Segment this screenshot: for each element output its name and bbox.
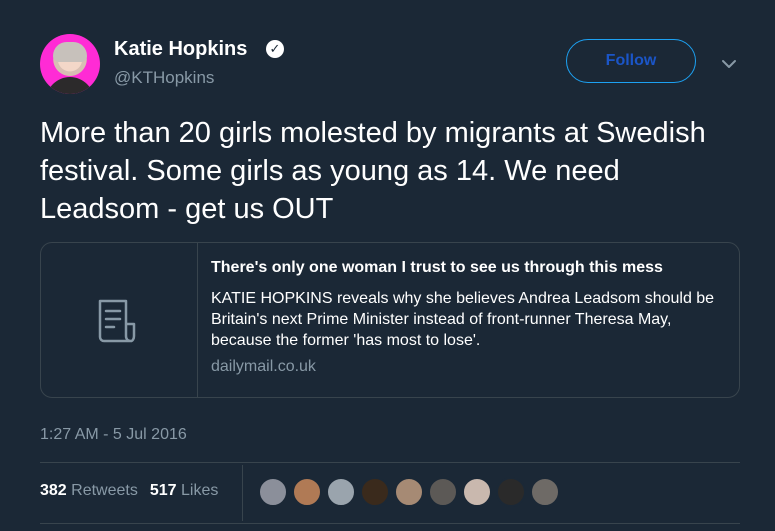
author-handle[interactable]: @KTHopkins: [114, 68, 214, 88]
card-domain: dailymail.co.uk: [211, 358, 316, 375]
liker-avatar[interactable]: [292, 477, 322, 507]
retweets-stat[interactable]: 382 Retweets: [40, 482, 138, 499]
author-avatar[interactable]: [40, 34, 100, 94]
tweet: Katie Hopkins ✓ @KTHopkins Follow More t…: [0, 0, 775, 531]
verified-badge-icon: ✓: [266, 40, 284, 58]
link-card[interactable]: There's only one woman I trust to see us…: [40, 242, 740, 398]
liker-avatar[interactable]: [428, 477, 458, 507]
likes-label: Likes: [181, 482, 219, 499]
retweets-count: 382: [40, 482, 67, 499]
stats-separator: [242, 465, 243, 521]
liker-avatar[interactable]: [394, 477, 424, 507]
liker-avatar[interactable]: [360, 477, 390, 507]
avatar-hair: [53, 42, 87, 62]
author-display-name[interactable]: Katie Hopkins: [114, 38, 247, 61]
liker-avatar[interactable]: [326, 477, 356, 507]
liker-avatar[interactable]: [462, 477, 492, 507]
document-icon: [98, 299, 136, 343]
liker-avatar[interactable]: [530, 477, 560, 507]
follow-button[interactable]: Follow: [566, 39, 696, 83]
chevron-down-icon[interactable]: [720, 55, 738, 73]
card-thumbnail: [41, 243, 198, 397]
likes-stat[interactable]: 517 Likes: [150, 482, 219, 499]
card-title: There's only one woman I trust to see us…: [211, 259, 663, 276]
tweet-timestamp[interactable]: 1:27 AM - 5 Jul 2016: [40, 426, 187, 444]
stats-divider-top: [40, 462, 740, 463]
stats-divider-bottom: [40, 523, 740, 524]
retweets-label: Retweets: [71, 482, 138, 499]
likes-count: 517: [149, 482, 177, 499]
tweet-stats: 382 Retweets 517 Likes: [40, 482, 218, 500]
card-description: KATIE HOPKINS reveals why she believes A…: [211, 290, 715, 349]
liker-avatar[interactable]: [258, 477, 288, 507]
tweet-text: More than 20 girls molested by migrants …: [40, 117, 706, 225]
avatar-shoulders: [46, 77, 94, 94]
liker-avatar[interactable]: [496, 477, 526, 507]
